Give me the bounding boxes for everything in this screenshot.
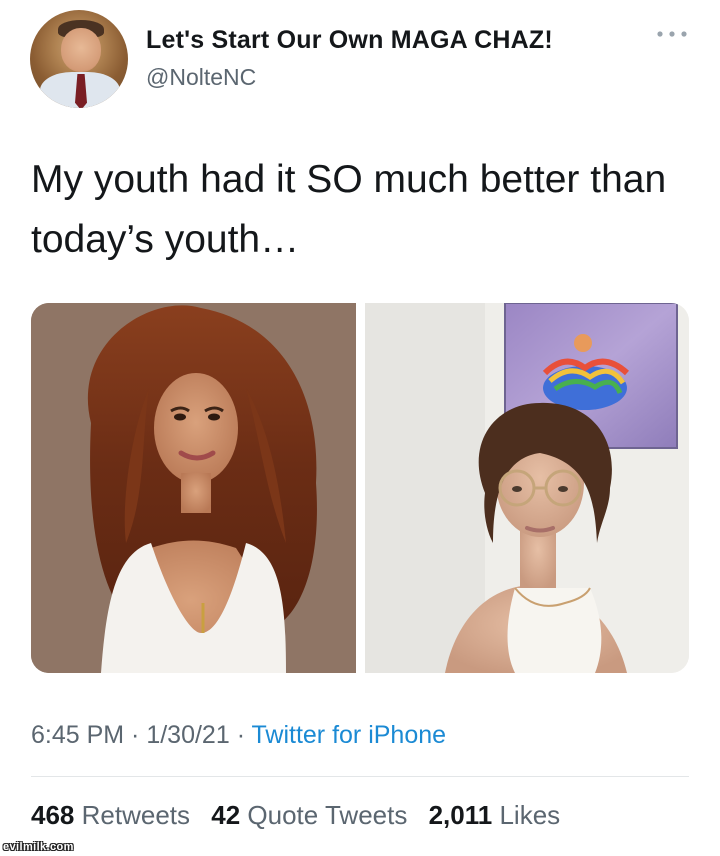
tweet-image-right-drawing [365, 303, 689, 673]
separator: · [124, 721, 147, 749]
media-grid [31, 303, 689, 673]
tweet-source-link[interactable]: Twitter for iPhone [252, 721, 447, 749]
tweet-text-line-1: My youth had it SO much better than [31, 158, 667, 201]
tweet-image-left[interactable] [31, 303, 356, 673]
profile-avatar[interactable] [30, 10, 128, 108]
retweets-count: 468 [31, 800, 75, 830]
tweet-image-right[interactable] [365, 303, 689, 673]
quote-tweets-stat[interactable]: 42 Quote Tweets [211, 800, 414, 830]
site-watermark: evilmilk.com [3, 841, 74, 853]
avatar-face [61, 28, 101, 72]
retweets-label: Retweets [81, 800, 191, 830]
quote-tweets-count: 42 [211, 800, 241, 830]
tweet-time[interactable]: 6:45 PM [31, 721, 124, 749]
tweet-image-left-drawing [31, 303, 356, 673]
tweet-card: Let's Start Our Own MAGA CHAZ! @NolteNC … [0, 0, 720, 856]
retweets-stat[interactable]: 468 Retweets [31, 800, 197, 830]
separator: · [229, 721, 252, 749]
divider [31, 776, 689, 777]
tweet-date[interactable]: 1/30/21 [146, 721, 229, 749]
more-options-icon[interactable] [652, 24, 692, 44]
tweet-text: My youth had it SO much better than toda… [31, 150, 701, 270]
likes-label: Likes [499, 800, 561, 830]
quote-tweets-label: Quote Tweets [247, 800, 408, 830]
display-name[interactable]: Let's Start Our Own MAGA CHAZ! [146, 26, 553, 55]
engagement-stats: 468 Retweets 42 Quote Tweets 2,011 Likes [31, 800, 574, 831]
tweet-text-line-2: today’s youth… [31, 218, 300, 261]
tweet-metadata: 6:45 PM · 1/30/21 · Twitter for iPhone [31, 721, 446, 750]
user-handle[interactable]: @NolteNC [146, 64, 256, 91]
likes-stat[interactable]: 2,011 Likes [429, 800, 561, 830]
likes-count: 2,011 [428, 800, 493, 830]
